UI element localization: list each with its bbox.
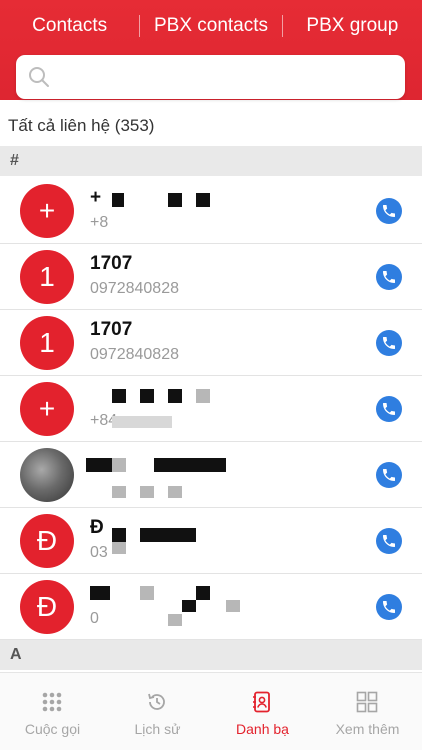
contact-row[interactable]: 1 1707 0972840828 <box>0 310 422 376</box>
contact-name: 1707 <box>90 319 133 340</box>
phone-icon <box>383 535 395 547</box>
contacts-book-icon <box>253 691 270 713</box>
nav-item-contacts[interactable]: Danh bạ <box>210 673 315 751</box>
section-header-a: A <box>0 640 422 670</box>
avatar-photo <box>20 448 74 502</box>
section-header-hash: # <box>0 146 422 176</box>
search-input[interactable] <box>60 55 394 101</box>
contact-row[interactable]: + + +8 <box>0 178 422 244</box>
call-button[interactable] <box>376 462 402 488</box>
redaction-mark <box>112 416 172 428</box>
avatar: + <box>20 184 74 238</box>
nav-label: Xem thêm <box>335 721 400 737</box>
tab-pbx-group[interactable]: PBX group <box>283 0 422 52</box>
redaction-mark <box>168 193 182 207</box>
avatar: 1 <box>20 250 74 304</box>
tab-pbx-contacts[interactable]: PBX contacts <box>140 0 281 52</box>
contact-phone: 0 <box>90 610 99 627</box>
contact-name: 1707 <box>90 253 133 274</box>
call-button[interactable] <box>376 528 402 554</box>
call-button[interactable] <box>376 396 402 422</box>
contact-row[interactable]: Đ Đ 03 <box>0 508 422 574</box>
nav-label: Danh bạ <box>236 721 289 737</box>
nav-item-more[interactable]: Xem thêm <box>315 673 420 751</box>
search-box[interactable] <box>16 55 405 101</box>
redaction-mark <box>196 586 210 600</box>
redaction-mark <box>112 486 126 498</box>
contact-row[interactable] <box>0 442 422 508</box>
contact-row[interactable]: 1 1707 0972840828 <box>0 244 422 310</box>
nav-label: Lịch sử <box>134 721 181 737</box>
contact-phone: +8 <box>90 214 109 231</box>
history-icon <box>148 693 165 710</box>
search-icon <box>29 67 49 87</box>
redaction-mark <box>86 458 112 472</box>
redaction-mark <box>182 600 196 612</box>
redaction-mark <box>140 586 154 600</box>
nav-label: Cuộc gọi <box>24 721 81 737</box>
all-contacts-count: Tất cả liên hệ (353) <box>8 116 155 135</box>
nav-item-calls[interactable]: Cuộc gọi <box>0 673 105 751</box>
tab-contacts[interactable]: Contacts <box>0 0 139 52</box>
redaction-mark <box>168 486 182 498</box>
redaction-mark <box>168 389 182 403</box>
phone-icon <box>383 469 395 481</box>
call-button[interactable] <box>376 330 402 356</box>
redaction-mark <box>196 193 210 207</box>
redaction-mark <box>140 486 154 498</box>
contact-phone: 03 <box>90 544 108 561</box>
redaction-mark <box>226 600 240 612</box>
avatar: 1 <box>20 316 74 370</box>
avatar: Đ <box>20 580 74 634</box>
contact-phone: 0972840828 <box>90 280 179 297</box>
redaction-mark <box>112 389 126 403</box>
contact-row[interactable]: + +84 <box>0 376 422 442</box>
redaction-mark <box>168 614 182 626</box>
redaction-mark <box>154 458 226 472</box>
contact-name: + <box>90 187 102 208</box>
avatar: + <box>20 382 74 436</box>
avatar: Đ <box>20 514 74 568</box>
more-grid-icon <box>356 691 378 713</box>
call-button[interactable] <box>376 198 402 224</box>
phone-icon <box>383 271 395 283</box>
contact-name: Đ <box>90 517 104 538</box>
contact-tabs: Contacts PBX contacts PBX group <box>0 0 422 52</box>
contact-row[interactable]: Đ 0 <box>0 574 422 640</box>
nav-item-history[interactable]: Lịch sử <box>105 673 210 751</box>
phone-icon <box>383 205 395 217</box>
redaction-mark <box>112 542 126 554</box>
phone-icon <box>383 601 395 613</box>
redaction-mark <box>112 458 126 472</box>
redaction-mark <box>140 389 154 403</box>
redaction-mark <box>140 528 196 542</box>
call-button[interactable] <box>376 264 402 290</box>
bottom-nav: Cuộc gọi Lịch sử Danh bạ Xem thêm <box>0 672 422 750</box>
contact-phone: 0972840828 <box>90 346 179 363</box>
phone-icon <box>383 403 395 415</box>
phone-icon <box>383 337 395 349</box>
call-button[interactable] <box>376 594 402 620</box>
dialpad-icon <box>42 692 62 712</box>
redaction-mark <box>112 528 126 542</box>
redaction-mark <box>196 389 210 403</box>
redaction-mark <box>112 193 124 207</box>
redaction-mark <box>90 586 110 600</box>
